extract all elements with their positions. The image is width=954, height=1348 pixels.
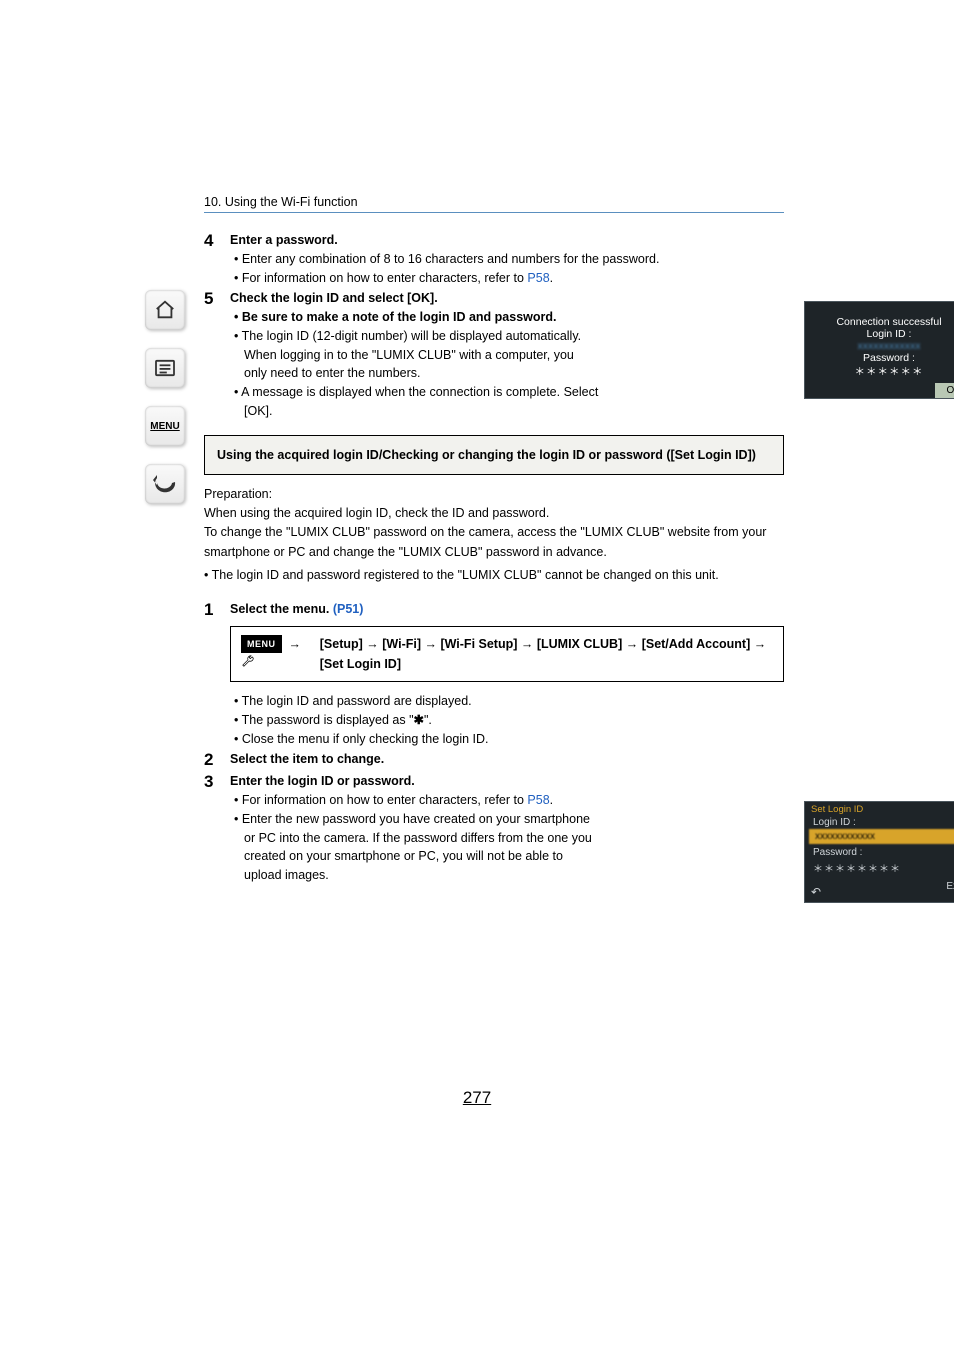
prep-text: When using the acquired login ID, check … <box>204 504 784 523</box>
wrench-icon <box>241 654 255 674</box>
toc-icon[interactable] <box>145 348 185 388</box>
step-number: 4 <box>204 231 230 287</box>
back-icon[interactable] <box>145 464 185 504</box>
step-title: Enter a password. <box>230 231 784 250</box>
preparation-block: Preparation: When using the acquired log… <box>204 485 784 586</box>
section-callout: Using the acquired login ID/Checking or … <box>204 435 784 475</box>
step-title: Select the item to change. <box>230 752 384 766</box>
ss-line: Login ID : <box>813 328 954 340</box>
sidebar-nav: MENU <box>140 290 190 504</box>
step-5: 5 Check the login ID and select [OK]. • … <box>204 289 784 420</box>
bullet-text: • The password is displayed as "✱". <box>234 711 784 730</box>
chapter-header: 10. Using the Wi-Fi function <box>204 195 784 213</box>
ss2-selected-row: xxxxxxxxxxxx <box>809 829 954 844</box>
ss2-header: Set Login ID <box>805 802 954 815</box>
prep-label: Preparation: <box>204 485 784 504</box>
ss-line: Password : <box>813 352 954 364</box>
bullet-text: • A message is displayed when the connec… <box>234 383 600 421</box>
step-3b: 3 Enter the login ID or password. • For … <box>204 772 784 885</box>
ss2-row: Login ID : <box>805 815 954 828</box>
bullet-continuation: When logging in to the "LUMIX CLUB" with… <box>244 346 600 384</box>
step-title: Enter the login ID or password. <box>230 772 600 791</box>
ss2-exit: Exit <box>805 875 954 892</box>
bullet-text: • The login ID (12-digit number) will be… <box>234 327 600 346</box>
step-title: Check the login ID and select [OK]. <box>230 289 600 308</box>
ss-line: Connection successful <box>813 316 954 328</box>
step-number: 1 <box>204 600 230 620</box>
step-number: 2 <box>204 750 230 770</box>
arrow-icon: → <box>288 637 301 651</box>
bullet-text-bold: • Be sure to make a note of the login ID… <box>234 308 600 327</box>
link-p58[interactable]: P58 <box>527 793 549 807</box>
link-p58[interactable]: P58 <box>527 271 549 285</box>
ss2-back-icon: ↶ <box>811 885 821 899</box>
bullet-text: • The login ID and password are displaye… <box>234 692 784 711</box>
step-4: 4 Enter a password. • Enter any combinat… <box>204 231 784 287</box>
prep-text: To change the "LUMIX CLUB" password on t… <box>204 523 784 562</box>
bullet-text: • For information on how to enter charac… <box>234 269 784 288</box>
step-number: 3 <box>204 772 230 885</box>
home-icon[interactable] <box>145 290 185 330</box>
bullet-text: • Enter the new password you have create… <box>234 810 600 885</box>
ss2-pwd: ＊＊＊＊＊＊＊＊ <box>805 858 954 875</box>
ok-button: OK <box>935 383 954 398</box>
menu-path-box: MENU → [Setup] → [Wi-Fi] → [Wi-Fi Setup]… <box>230 626 784 683</box>
camera-screenshot-connection: Connection successful Login ID : xxxxxxx… <box>804 301 954 399</box>
step-2b: 2 Select the item to change. <box>204 750 784 770</box>
post-menu-bullets: • The login ID and password are displaye… <box>204 692 784 748</box>
step-title: Select the menu. <box>230 602 333 616</box>
prep-note: • The login ID and password registered t… <box>204 566 784 585</box>
menu-path-prefix: MENU → <box>241 634 312 675</box>
page-number[interactable]: 277 <box>0 1088 954 1108</box>
step-1b: 1 Select the menu. (P51) <box>204 600 784 620</box>
star-icon: ✱ <box>414 713 424 727</box>
step-number: 5 <box>204 289 230 420</box>
bullet-text: • For information on how to enter charac… <box>234 791 600 810</box>
menu-path-text: [Setup] → [Wi-Fi] → [Wi-Fi Setup] → [LUM… <box>320 634 773 674</box>
ss2-row: Password : <box>805 845 954 858</box>
bullet-text: • Close the menu if only checking the lo… <box>234 730 784 749</box>
menu-icon[interactable]: MENU <box>145 406 185 446</box>
menu-chip-icon: MENU <box>241 635 282 653</box>
ss-login-id-masked: xxxxxxxxxxxx <box>813 340 954 352</box>
link-p51[interactable]: (P51) <box>333 602 364 616</box>
bullet-text: • Enter any combination of 8 to 16 chara… <box>234 250 784 269</box>
page-content: 10. Using the Wi-Fi function 4 Enter a p… <box>204 195 784 887</box>
ss-password-masked: ＊＊＊＊＊＊ <box>813 364 954 379</box>
camera-screenshot-set-login: Set Login ID Login ID : xxxxxxxxxxxx Pas… <box>804 801 954 903</box>
